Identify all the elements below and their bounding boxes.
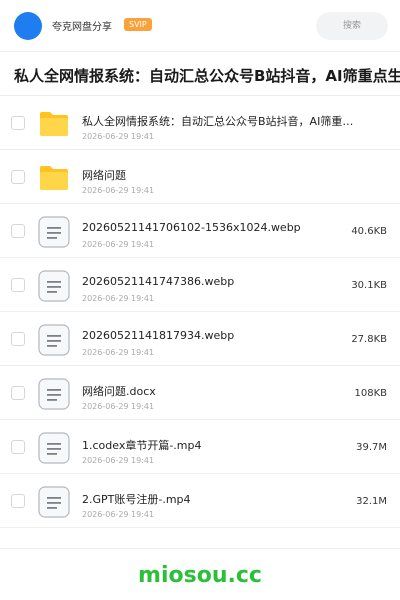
checkbox[interactable] (11, 116, 25, 130)
file-size: 39.7M (356, 442, 387, 453)
file-size: 40.6KB (351, 226, 387, 237)
file-name: 2.GPT账号注册-.mp4 (82, 493, 191, 506)
list-item[interactable]: 20260521141817934.webp 2026-06-29 19:41 … (0, 312, 400, 366)
document-icon (38, 378, 70, 410)
share-page: 夸克网盘分享 SVIP 搜索 私人全网情报系统：自动汇总公众号B站抖音，AI筛重… (0, 0, 400, 600)
checkbox[interactable] (11, 224, 25, 238)
checkbox[interactable] (11, 170, 25, 184)
file-name: 20260521141817934.webp (82, 329, 235, 342)
file-date: 2026-06-29 19:41 (82, 510, 155, 519)
file-name: 20260521141706102-1536x1024.webp (82, 221, 301, 234)
checkbox[interactable] (11, 494, 25, 508)
title-bar: 私人全网情报系统：自动汇总公众号B站抖音，AI筛重点生成日报 (0, 52, 400, 96)
svip-badge: SVIP (124, 18, 152, 31)
search-input[interactable]: 搜索 (316, 12, 388, 40)
divider (0, 548, 400, 549)
checkbox[interactable] (11, 278, 25, 292)
file-size: 27.8KB (351, 334, 387, 345)
file-size: 30.1KB (351, 280, 387, 291)
list-item[interactable]: 网络问题.docx 2026-06-29 19:41 108KB (0, 366, 400, 420)
file-name: 私人全网情报系统：自动汇总公众号B站抖音，AI筛重点生成日报 (82, 115, 362, 128)
avatar (14, 12, 42, 40)
document-icon (38, 486, 70, 518)
checkbox[interactable] (11, 386, 25, 400)
file-list: 私人全网情报系统：自动汇总公众号B站抖音，AI筛重点生成日报 2026-06-2… (0, 96, 400, 528)
sharer-name: 夸克网盘分享 (52, 22, 112, 33)
file-size: 108KB (354, 388, 387, 399)
file-date: 2026-06-29 19:41 (82, 132, 155, 141)
file-date: 2026-06-29 19:41 (82, 294, 155, 303)
document-icon (38, 216, 70, 248)
file-date: 2026-06-29 19:41 (82, 402, 155, 411)
document-icon (38, 432, 70, 464)
file-name: 网络问题.docx (82, 385, 156, 398)
header: 夸克网盘分享 SVIP 搜索 (0, 0, 400, 52)
list-item[interactable]: 私人全网情报系统：自动汇总公众号B站抖音，AI筛重点生成日报 2026-06-2… (0, 96, 400, 150)
list-item[interactable]: 20260521141706102-1536x1024.webp 2026-06… (0, 204, 400, 258)
search-placeholder: 搜索 (342, 21, 361, 31)
list-item[interactable]: 1.codex章节开篇-.mp4 2026-06-29 19:41 39.7M (0, 420, 400, 474)
file-date: 2026-06-29 19:41 (82, 240, 155, 249)
file-name: 网络问题 (82, 169, 126, 182)
list-item[interactable]: 2.GPT账号注册-.mp4 2026-06-29 19:41 32.1M (0, 474, 400, 528)
folder-icon (40, 112, 68, 136)
document-icon (38, 324, 70, 356)
file-name: 1.codex章节开篇-.mp4 (82, 439, 202, 452)
list-item[interactable]: 网络问题 2026-06-29 19:41 (0, 150, 400, 204)
file-date: 2026-06-29 19:41 (82, 186, 155, 195)
document-icon (38, 270, 70, 302)
folder-icon (40, 166, 68, 190)
checkbox[interactable] (11, 440, 25, 454)
page-title: 私人全网情报系统：自动汇总公众号B站抖音，AI筛重点生成日报 (14, 67, 400, 85)
watermark: miosou.cc (138, 563, 262, 588)
list-item[interactable]: 20260521141747386.webp 2026-06-29 19:41 … (0, 258, 400, 312)
file-size: 32.1M (356, 496, 387, 507)
file-date: 2026-06-29 19:41 (82, 348, 155, 357)
file-date: 2026-06-29 19:41 (82, 456, 155, 465)
checkbox[interactable] (11, 332, 25, 346)
file-name: 20260521141747386.webp (82, 275, 235, 288)
